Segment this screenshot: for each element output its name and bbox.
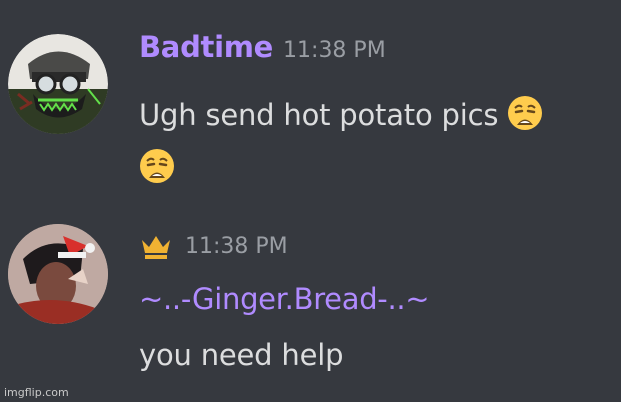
watermark: imgflip.com	[4, 386, 69, 399]
crown-icon	[139, 232, 173, 260]
message-header: 11:38 PM	[139, 232, 288, 260]
message-text: Ugh send hot potato pics	[139, 95, 543, 132]
avatar-image	[8, 34, 108, 134]
avatar-image	[8, 224, 108, 324]
username[interactable]: Badtime	[139, 30, 273, 64]
message-text-content: you need help	[139, 338, 344, 372]
weary-face-icon	[139, 148, 175, 184]
avatar-ginger-bread[interactable]	[8, 224, 108, 324]
timestamp: 11:38 PM	[185, 233, 288, 259]
message-text-line-2	[139, 148, 175, 185]
username-line: ~..-Ginger.Bread-..~	[139, 282, 430, 316]
weary-face-icon	[507, 95, 543, 131]
chat-view: Badtime 11:38 PM Ugh send hot potato pic…	[0, 0, 621, 402]
username[interactable]: ~..-Ginger.Bread-..~	[139, 282, 430, 316]
message-text: you need help	[139, 338, 343, 372]
avatar-badtime[interactable]	[8, 34, 108, 134]
message-text-content: Ugh send hot potato pics	[139, 98, 499, 132]
message-header: Badtime 11:38 PM	[139, 30, 386, 64]
timestamp: 11:38 PM	[283, 38, 386, 63]
